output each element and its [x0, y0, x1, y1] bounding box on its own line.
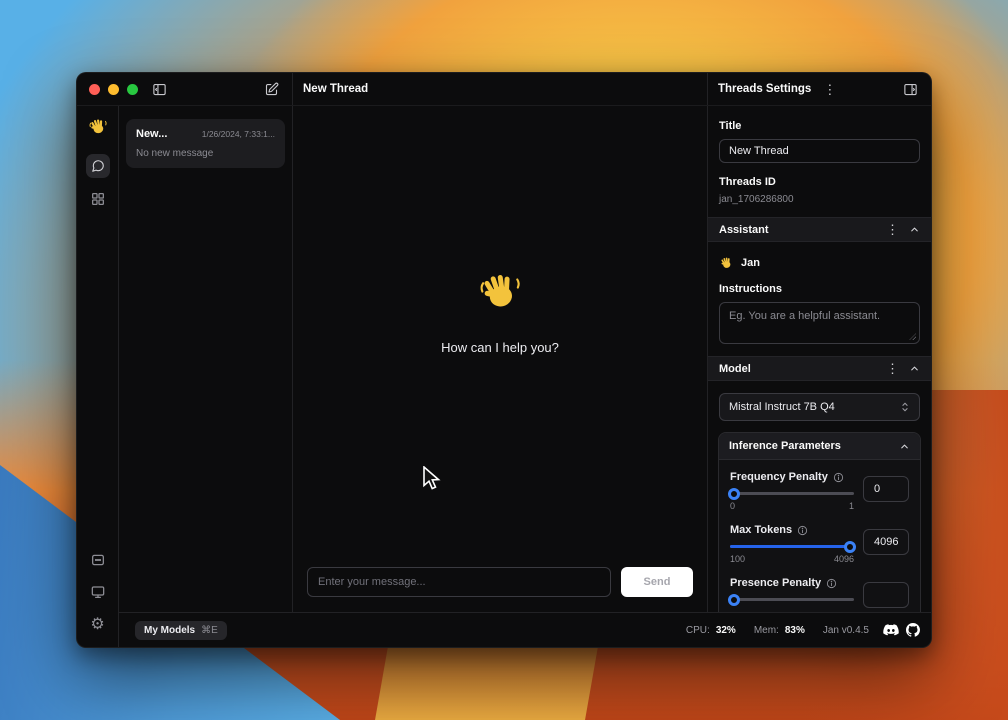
- chevron-up-icon[interactable]: [909, 363, 920, 374]
- traffic-lights: [89, 84, 138, 95]
- assistant-wave-icon: [719, 255, 734, 270]
- slider-handle[interactable]: [728, 488, 740, 500]
- mem-label: Mem:: [754, 625, 779, 636]
- sidebar-item-settings[interactable]: ⚙: [90, 616, 104, 634]
- my-models-button[interactable]: My Models ⌘E: [135, 621, 227, 640]
- presence-penalty-slider[interactable]: [730, 598, 854, 601]
- new-thread-icon[interactable]: [260, 78, 282, 100]
- sidebar-item-hub[interactable]: [90, 191, 106, 212]
- assistant-section-title: Assistant: [719, 224, 769, 236]
- slider-max: 1: [849, 501, 854, 511]
- slider-handle[interactable]: [728, 594, 740, 606]
- model-section-header[interactable]: Model ⋮: [708, 356, 931, 381]
- sidebar-icon-rail: ⚙: [77, 106, 119, 647]
- presence-penalty-param: Presence Penalty: [730, 577, 909, 608]
- gear-icon: ⚙: [90, 616, 104, 633]
- jan-logo-wave-icon: [88, 116, 108, 141]
- info-icon[interactable]: [797, 525, 808, 536]
- monitor-icon: [90, 584, 106, 600]
- message-composer: Enter your message... Send: [293, 555, 707, 612]
- thread-list-item[interactable]: New... 1/26/2024, 7:33:1... No new messa…: [126, 119, 285, 168]
- threads-id-label: Threads ID: [719, 176, 920, 188]
- max-tokens-param: Max Tokens 100: [730, 524, 909, 564]
- thread-title-input[interactable]: New Thread: [719, 139, 920, 163]
- resize-grip-icon[interactable]: [909, 333, 916, 340]
- presence-penalty-input[interactable]: [863, 582, 909, 608]
- max-tokens-label: Max Tokens: [730, 524, 792, 536]
- model-menu-icon[interactable]: ⋮: [886, 362, 899, 375]
- chevron-up-icon[interactable]: [899, 441, 910, 452]
- inference-parameters-title: Inference Parameters: [729, 440, 841, 452]
- frequency-penalty-slider[interactable]: [730, 492, 854, 495]
- assistant-menu-icon[interactable]: ⋮: [886, 223, 899, 236]
- instructions-placeholder: Eg. You are a helpful assistant.: [729, 310, 880, 322]
- instructions-textarea[interactable]: Eg. You are a helpful assistant.: [719, 302, 920, 344]
- collapse-left-panel-icon[interactable]: [148, 78, 170, 100]
- titlebar-left: [77, 73, 293, 105]
- inference-parameters-header[interactable]: Inference Parameters: [719, 433, 920, 460]
- thread-item-date: 1/26/2024, 7:33:1...: [202, 129, 275, 139]
- threads-settings-menu-icon[interactable]: ⋮: [823, 83, 836, 96]
- threads-settings-title: Threads Settings: [718, 83, 811, 95]
- instructions-label: Instructions: [719, 283, 920, 295]
- sidebar-item-system-monitor[interactable]: [90, 584, 106, 605]
- thread-title: New Thread: [303, 83, 368, 95]
- my-models-label: My Models: [144, 625, 195, 636]
- sidebar-item-local-api[interactable]: [90, 552, 106, 573]
- my-models-shortcut: ⌘E: [201, 625, 218, 636]
- slider-min: 100: [730, 554, 745, 564]
- info-icon[interactable]: [826, 578, 837, 589]
- cpu-value: 32%: [716, 625, 736, 636]
- collapse-right-panel-icon[interactable]: [899, 78, 921, 100]
- frequency-penalty-label: Frequency Penalty: [730, 471, 828, 483]
- frequency-penalty-param: Frequency Penalty 0: [730, 471, 909, 511]
- presence-penalty-label: Presence Penalty: [730, 577, 821, 589]
- send-button[interactable]: Send: [621, 567, 693, 597]
- slider-min: 0: [730, 501, 735, 511]
- thread-item-preview: No new message: [136, 148, 275, 159]
- threads-id-value: jan_1706286800: [719, 194, 920, 205]
- minimize-window-button[interactable]: [108, 84, 119, 95]
- slider-handle[interactable]: [844, 541, 856, 553]
- info-icon[interactable]: [833, 472, 844, 483]
- max-tokens-input[interactable]: 4096: [863, 529, 909, 555]
- titlebar: New Thread Threads Settings ⋮: [77, 73, 931, 106]
- sidebar-item-chat[interactable]: [86, 154, 110, 178]
- assistant-name: Jan: [741, 257, 760, 269]
- close-window-button[interactable]: [89, 84, 100, 95]
- assistant-section-header[interactable]: Assistant ⋮: [708, 217, 931, 242]
- message-input[interactable]: Enter your message...: [307, 567, 611, 597]
- grid-icon: [90, 191, 106, 207]
- mem-value: 83%: [785, 625, 805, 636]
- thread-list: New... 1/26/2024, 7:33:1... No new messa…: [119, 106, 293, 612]
- max-tokens-slider[interactable]: [730, 545, 854, 548]
- model-selected-value: Mistral Instruct 7B Q4: [729, 401, 835, 413]
- desktop-wallpaper: New Thread Threads Settings ⋮: [0, 0, 1008, 720]
- chat-bubble-icon: [91, 159, 105, 173]
- chevron-up-icon[interactable]: [909, 224, 920, 235]
- threads-settings-panel: Title New Thread Threads ID jan_17062868…: [708, 106, 931, 612]
- titlebar-right: Threads Settings ⋮: [708, 73, 931, 105]
- inference-parameters-card: Inference Parameters Frequency Penalty: [718, 432, 921, 612]
- chevrons-up-down-icon: [900, 401, 910, 413]
- thread-item-title: New...: [136, 128, 167, 140]
- github-icon[interactable]: [906, 623, 920, 637]
- discord-icon[interactable]: [883, 624, 899, 637]
- app-version: Jan v0.4.5: [823, 625, 869, 636]
- jan-app-window: New Thread Threads Settings ⋮: [76, 72, 932, 648]
- model-section-title: Model: [719, 363, 751, 375]
- slider-max: 4096: [834, 554, 854, 564]
- wave-hand-emoji: [477, 267, 523, 318]
- model-select[interactable]: Mistral Instruct 7B Q4: [719, 393, 920, 421]
- cpu-label: CPU:: [686, 625, 710, 636]
- greeting-text: How can I help you?: [441, 340, 559, 355]
- message-square-dots-icon: [90, 552, 106, 568]
- zoom-window-button[interactable]: [127, 84, 138, 95]
- chat-main-area: How can I help you? Enter your message..…: [293, 106, 708, 612]
- frequency-penalty-input[interactable]: 0: [863, 476, 909, 502]
- title-field-label: Title: [719, 120, 920, 132]
- titlebar-center: New Thread: [293, 73, 708, 105]
- status-bar: My Models ⌘E CPU: 32% Mem: 83% Jan v0.4.…: [119, 612, 931, 647]
